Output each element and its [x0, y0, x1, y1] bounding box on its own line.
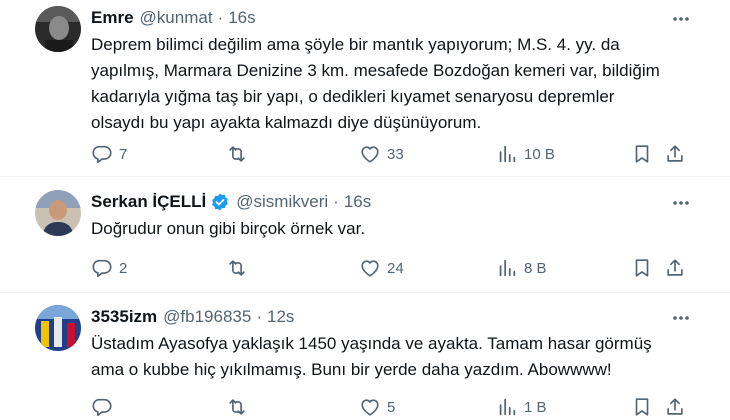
timestamp[interactable]: 16s — [228, 8, 255, 28]
timestamp[interactable]: 16s — [344, 192, 371, 212]
reply-button[interactable]: 7 — [91, 142, 127, 166]
like-count: 5 — [387, 398, 396, 416]
views-icon — [499, 259, 516, 277]
views-count: 8 B — [524, 259, 547, 277]
reply-button[interactable]: 2 — [91, 256, 127, 280]
reply-icon — [92, 398, 112, 417]
bookmark-icon — [635, 398, 649, 416]
share-button[interactable] — [664, 395, 686, 419]
action-bar: 5 1 B — [91, 395, 691, 419]
more-button[interactable] — [670, 307, 692, 329]
author-handle[interactable]: @sismikveri — [236, 192, 328, 212]
more-icon — [673, 201, 689, 205]
avatar[interactable] — [35, 6, 81, 52]
verified-badge-icon — [212, 193, 229, 211]
like-count: 33 — [387, 145, 404, 163]
more-button[interactable] — [670, 192, 692, 214]
action-bar: 2 24 8 B — [91, 256, 691, 280]
bookmark-icon — [635, 259, 649, 277]
retweet-icon — [229, 260, 245, 276]
verified-badge — [210, 192, 230, 212]
separator-dot: · — [333, 192, 339, 211]
reply-count: 7 — [119, 145, 128, 163]
bookmark-button[interactable] — [631, 256, 653, 280]
author-handle[interactable]: @fb196835 — [163, 307, 251, 327]
tweet-text: Üstadım Ayasofya yaklaşık 1450 yaşında v… — [91, 331, 691, 383]
avatar[interactable] — [35, 190, 81, 236]
action-bar: 7 33 10 B — [91, 142, 691, 166]
retweet-icon — [229, 146, 245, 162]
reply-icon — [92, 145, 112, 164]
reply-count: 2 — [119, 259, 128, 277]
separator-dot: · — [217, 8, 224, 27]
more-button[interactable] — [670, 8, 692, 30]
separator-dot: · — [256, 307, 263, 326]
like-button[interactable]: 33 — [359, 142, 404, 166]
tweet-text-line: Doğrudur onun gibi birçok örnek var. — [91, 219, 366, 238]
views-button[interactable]: 10 B — [496, 142, 555, 166]
heart-icon — [361, 146, 379, 163]
like-button[interactable]: 5 — [359, 395, 395, 419]
heart-icon — [361, 399, 379, 416]
author-name[interactable]: 3535izm — [91, 307, 157, 327]
tweet-3[interactable]: 3535izm @fb196835 · 12s Üstadım Ayasofya… — [0, 293, 730, 420]
tweet-2[interactable]: Serkan İÇELLİ @sismikveri · 16s Doğrudur… — [0, 177, 730, 287]
heart-icon — [361, 260, 379, 277]
author-handle[interactable]: @kunmat — [140, 8, 213, 28]
views-icon — [499, 145, 516, 163]
author-name[interactable]: Emre — [91, 8, 134, 28]
views-button[interactable]: 1 B — [496, 395, 547, 419]
views-count: 10 B — [524, 145, 555, 163]
tweet-text-line: Deprem bilimci değilim ama şöyle bir man… — [91, 35, 620, 54]
share-icon — [667, 145, 683, 162]
author-name[interactable]: Serkan İÇELLİ — [91, 192, 206, 212]
bookmark-icon — [635, 145, 649, 163]
retweet-button[interactable] — [226, 395, 254, 419]
avatar[interactable] — [35, 305, 81, 351]
tweet-text: Doğrudur onun gibi birçok örnek var. — [91, 216, 691, 242]
tweet-text-line: olsaydı bu yapı ayakta kalmazdı diye düş… — [91, 113, 482, 132]
bookmark-button[interactable] — [631, 142, 653, 166]
retweet-button[interactable] — [226, 142, 254, 166]
reply-button[interactable] — [91, 395, 119, 419]
tweet-text-line: kadarıyla yığma taş bir yapı, o dedikler… — [91, 87, 615, 106]
retweet-button[interactable] — [226, 256, 254, 280]
like-button[interactable]: 24 — [359, 256, 404, 280]
views-count: 1 B — [524, 398, 547, 416]
tweet-text-line: yapılmış, Marmara Denizine 3 km. mesafed… — [91, 61, 660, 80]
share-icon — [667, 259, 683, 276]
timestamp[interactable]: 12s — [267, 307, 294, 327]
tweet-1[interactable]: Emre @kunmat · 16s Deprem bilimci değili… — [0, 0, 730, 172]
share-button[interactable] — [664, 142, 686, 166]
tweet-text: Deprem bilimci değilim ama şöyle bir man… — [91, 32, 691, 136]
more-icon — [673, 17, 689, 21]
share-button[interactable] — [664, 256, 686, 280]
like-count: 24 — [387, 259, 404, 277]
retweet-icon — [229, 399, 245, 415]
views-icon — [499, 398, 516, 416]
more-icon — [673, 316, 689, 320]
share-icon — [667, 398, 683, 415]
views-button[interactable]: 8 B — [496, 256, 547, 280]
tweet-text-line: ama o kubbe hiç yıkılmamış. Bunı bir yer… — [91, 360, 612, 379]
tweet-text-line: Üstadım Ayasofya yaklaşık 1450 yaşında v… — [91, 334, 652, 353]
bookmark-button[interactable] — [631, 395, 653, 419]
reply-icon — [92, 259, 112, 278]
